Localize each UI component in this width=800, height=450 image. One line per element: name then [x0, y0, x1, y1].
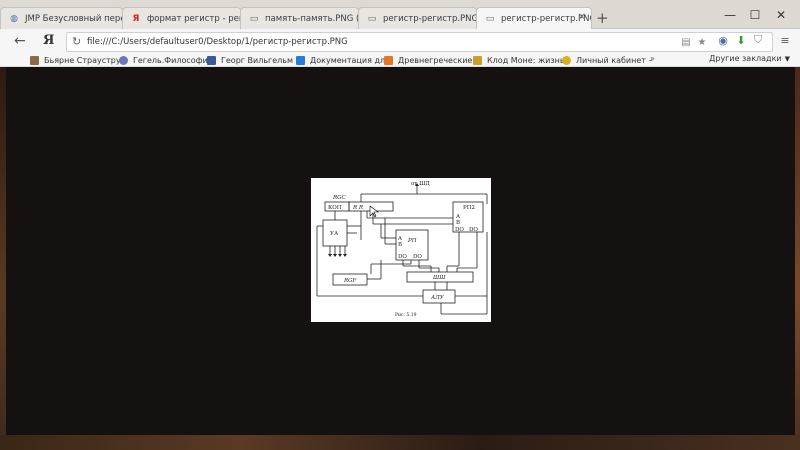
tab-title: формат регистр - регистр –	[147, 14, 240, 24]
globe-icon: ◍	[10, 14, 18, 24]
menu-icon[interactable]: ≡	[778, 33, 792, 47]
bookmark-item[interactable]: Документация для	[296, 54, 390, 66]
new-tab-button[interactable]: +	[596, 9, 609, 27]
desktop-wallpaper-bottom	[0, 435, 800, 450]
diagram-label-do: DO	[469, 227, 478, 233]
bookmark-label: Документация для	[310, 55, 390, 65]
image-icon: ▭	[367, 14, 377, 24]
diagram-label-do: DO	[413, 254, 422, 260]
mouse-cursor-icon	[369, 205, 379, 218]
diagram-label-rp: РП	[407, 238, 417, 244]
diagram-label-b: B	[456, 220, 460, 226]
bookmark-favicon-icon	[119, 55, 128, 65]
yandex-icon: Я	[132, 14, 140, 24]
bookmark-label: Древнегреческие	[398, 55, 473, 65]
bookmark-favicon-icon	[384, 55, 393, 65]
tab-jmp[interactable]: ◍ JMP Безусловный переход	[0, 7, 123, 30]
diagram-label-rp2: РП2	[463, 205, 475, 211]
tab-strip: ◍ JMP Безусловный переход Я формат регис…	[0, 0, 800, 30]
diagram-label-from-sh: от ШД	[411, 181, 430, 187]
download-icon[interactable]: ⬇	[734, 33, 748, 47]
image-icon: ▭	[485, 14, 495, 24]
desktop-wallpaper-right	[795, 67, 800, 450]
bookmarks-bar: Бьярне Страуструп Гегель.Философия Георг…	[0, 54, 800, 67]
diagram-label-shsh: ШШ	[432, 275, 446, 281]
protect-icon[interactable]: ◉	[716, 33, 730, 47]
diagram-label-ua: УА	[330, 231, 339, 237]
bookmark-label: Клод Моне: жизнь	[487, 55, 565, 65]
bookmark-label: Личный кабинет –	[576, 55, 653, 65]
bookmark-label: Гегель.Философия	[133, 55, 213, 65]
diagram-label-rr: R R	[352, 205, 363, 211]
displayed-image[interactable]: RGC КОП R R от ШД РП2 A B DO DO УА РП A …	[311, 178, 491, 322]
diagram-label-alu: АЛУ	[430, 295, 445, 301]
bookmark-favicon-icon	[473, 55, 482, 65]
bookmark-item[interactable]: Бьярне Страуструп	[30, 54, 126, 66]
minimize-button[interactable]: —	[721, 8, 739, 22]
other-bookmarks-button[interactable]: Другие закладки ▼	[709, 54, 790, 63]
address-bar[interactable]: ↻ file:///C:/Users/defaultuser0/Desktop/…	[66, 32, 773, 52]
bookmark-favicon-icon	[30, 55, 39, 65]
other-bookmarks-label: Другие закладки	[709, 54, 782, 63]
arrow-icon	[328, 254, 332, 257]
toolbar: ← Я ↻ file:///C:/Users/defaultuser0/Desk…	[0, 29, 800, 54]
diagram-label-b: B	[398, 242, 402, 248]
refresh-icon[interactable]: ↻	[72, 35, 81, 48]
bookmarks-more-button[interactable]: »	[650, 54, 655, 63]
bookmark-item[interactable]: Клод Моне: жизнь	[473, 54, 565, 66]
bookmark-favicon-icon	[562, 55, 571, 65]
maximize-button[interactable]: ☐	[746, 8, 764, 22]
url-text[interactable]: file:///C:/Users/defaultuser0/Desktop/1/…	[87, 37, 348, 47]
diagram-caption: Рис. 5.19	[395, 312, 417, 318]
shield-icon[interactable]: ⛉	[751, 33, 765, 47]
close-window-button[interactable]: ✕	[772, 8, 790, 22]
back-button[interactable]: ←	[14, 32, 26, 50]
bookmark-star-icon[interactable]: ★	[696, 36, 708, 48]
diagram-label-do: DO	[455, 227, 464, 233]
close-tab-icon[interactable]: ✕	[578, 12, 586, 23]
diagram-label-rgs: RGC	[332, 195, 347, 201]
bookmark-label: Георг Вильгельм Ф	[221, 55, 303, 65]
diagram-label-kop: КОП	[328, 205, 342, 211]
tab-title: JMP Безусловный переход	[25, 14, 122, 24]
tab-register-register-active[interactable]: ▭ регистр-регистр.PNG (30 ✕	[476, 7, 592, 30]
bookmark-item[interactable]: Гегель.Философия	[119, 54, 213, 66]
reader-mode-icon[interactable]: ▤	[680, 36, 692, 48]
tab-title: память-память.PNG (334×2	[265, 14, 358, 24]
block-diagram: RGC КОП R R от ШД РП2 A B DO DO УА РП A …	[316, 181, 488, 318]
chevron-down-icon: ▼	[784, 54, 790, 63]
yandex-button[interactable]: Я	[43, 33, 54, 49]
tab-format[interactable]: Я формат регистр - регистр –	[122, 7, 241, 30]
diagram-label-rgf: RGF	[343, 278, 357, 284]
tab-memory-memory[interactable]: ▭ память-память.PNG (334×2	[240, 7, 359, 30]
tab-title: регистр-регистр.PNG (306	[383, 14, 477, 24]
arrow-icon	[333, 254, 337, 257]
bookmark-label: Бьярне Страуструп	[44, 55, 126, 65]
image-icon: ▭	[249, 14, 259, 24]
arrow-icon	[343, 254, 347, 257]
tab-register-register[interactable]: ▭ регистр-регистр.PNG (306	[358, 7, 477, 30]
bookmark-item[interactable]: Древнегреческие	[384, 54, 472, 66]
bookmark-favicon-icon	[207, 55, 216, 65]
bookmark-item[interactable]: Личный кабинет –	[562, 54, 652, 66]
bookmark-item[interactable]: Георг Вильгельм Ф	[207, 54, 302, 66]
bookmark-favicon-icon	[296, 55, 305, 65]
diagram-label-do: DO	[398, 254, 407, 260]
arrow-icon	[338, 254, 342, 257]
